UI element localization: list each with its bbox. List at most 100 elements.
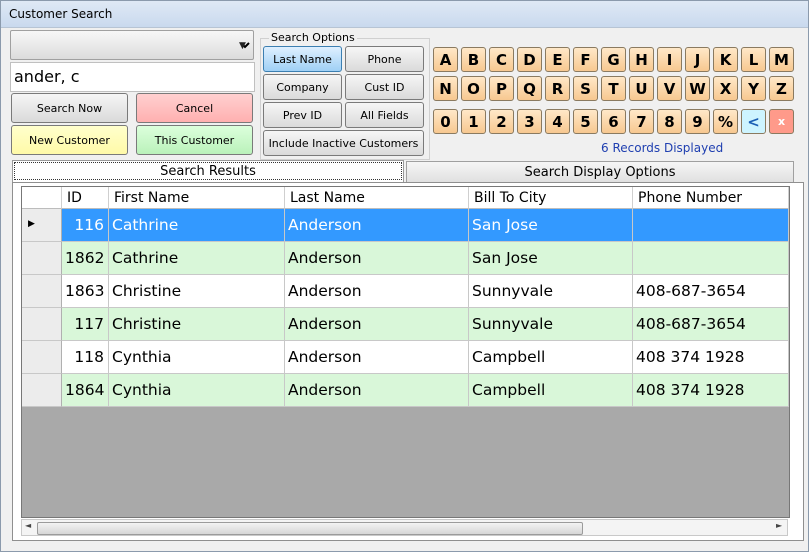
- scroll-left-icon[interactable]: ◄: [25, 521, 31, 530]
- key-7[interactable]: 7: [629, 109, 654, 134]
- table-row[interactable]: ▶ 116 Cathrine Anderson San Jose: [22, 209, 789, 242]
- cell-id[interactable]: 117: [62, 308, 109, 341]
- key-l[interactable]: L: [741, 47, 766, 72]
- cell-id[interactable]: 1864: [62, 374, 109, 407]
- cell-id[interactable]: 116: [62, 209, 109, 242]
- key-r[interactable]: R: [545, 76, 570, 101]
- cell-first[interactable]: Cathrine: [109, 242, 285, 275]
- cell-last[interactable]: Anderson: [285, 308, 469, 341]
- key-5[interactable]: 5: [573, 109, 598, 134]
- key-2[interactable]: 2: [489, 109, 514, 134]
- key-m[interactable]: M: [769, 47, 794, 72]
- search-now-button[interactable]: Search Now: [11, 93, 128, 123]
- key-s[interactable]: S: [573, 76, 598, 101]
- key-4[interactable]: 4: [545, 109, 570, 134]
- table-row[interactable]: 117 Christine Anderson Sunnyvale 408-687-365…: [22, 308, 789, 341]
- key-x[interactable]: X: [713, 76, 738, 101]
- key-t[interactable]: T: [601, 76, 626, 101]
- include-inactive-button[interactable]: Include Inactive Customers: [263, 130, 424, 156]
- row-header[interactable]: [22, 242, 62, 275]
- key-n[interactable]: N: [433, 76, 458, 101]
- cell-city[interactable]: Campbell: [469, 341, 633, 374]
- cell-phone[interactable]: 408-687-3654: [633, 275, 789, 308]
- cell-first[interactable]: Cathrine: [109, 209, 285, 242]
- tab-search-results[interactable]: Search Results: [12, 160, 404, 182]
- cell-id[interactable]: 118: [62, 341, 109, 374]
- column-header-last-name[interactable]: Last Name: [285, 187, 469, 209]
- column-header-id[interactable]: ID: [62, 187, 109, 209]
- cell-phone[interactable]: [633, 209, 789, 242]
- all-fields-option-button[interactable]: All Fields: [345, 102, 424, 128]
- scrollbar-thumb[interactable]: [37, 522, 583, 535]
- key-q[interactable]: Q: [517, 76, 542, 101]
- chevron-down-icon[interactable]: ▼: [239, 41, 246, 51]
- this-customer-button[interactable]: This Customer: [136, 125, 253, 155]
- key-0[interactable]: 0: [433, 109, 458, 134]
- cust-id-option-button[interactable]: Cust ID: [345, 74, 424, 100]
- cell-id[interactable]: 1863: [62, 275, 109, 308]
- row-header[interactable]: [22, 275, 62, 308]
- cell-last[interactable]: Anderson: [285, 341, 469, 374]
- key-c[interactable]: C: [489, 47, 514, 72]
- cell-first[interactable]: Christine: [109, 275, 285, 308]
- cell-phone[interactable]: 408 374 1928: [633, 341, 789, 374]
- row-header[interactable]: ▶: [22, 209, 62, 242]
- key-h[interactable]: H: [629, 47, 654, 72]
- cell-first[interactable]: Cynthia: [109, 341, 285, 374]
- cell-first[interactable]: Christine: [109, 308, 285, 341]
- key-clear[interactable]: x: [769, 109, 794, 134]
- key-w[interactable]: W: [685, 76, 710, 101]
- key-f[interactable]: F: [573, 47, 598, 72]
- row-header[interactable]: [22, 341, 62, 374]
- key-z[interactable]: Z: [769, 76, 794, 101]
- key-e[interactable]: E: [545, 47, 570, 72]
- prev-id-option-button[interactable]: Prev ID: [263, 102, 342, 128]
- table-row[interactable]: 1864 Cynthia Anderson Campbell 408 374 1928: [22, 374, 789, 407]
- cell-city[interactable]: San Jose: [469, 242, 633, 275]
- key-6[interactable]: 6: [601, 109, 626, 134]
- table-row[interactable]: 1863 Christine Anderson Sunnyvale 408-687-36…: [22, 275, 789, 308]
- search-input[interactable]: ander, c: [10, 62, 255, 92]
- cell-first[interactable]: Cynthia: [109, 374, 285, 407]
- cell-phone[interactable]: 408 374 1928: [633, 374, 789, 407]
- results-grid[interactable]: ID First Name Last Name Bill To City Phone N…: [21, 186, 790, 518]
- key-g[interactable]: G: [601, 47, 626, 72]
- key-o[interactable]: O: [461, 76, 486, 101]
- column-header-first-name[interactable]: First Name: [109, 187, 285, 209]
- column-header-phone[interactable]: Phone Number: [633, 187, 789, 209]
- key-8[interactable]: 8: [657, 109, 682, 134]
- cell-phone[interactable]: [633, 242, 789, 275]
- key-wildcard[interactable]: %: [713, 109, 738, 134]
- key-j[interactable]: J: [685, 47, 710, 72]
- cell-last[interactable]: Anderson: [285, 374, 469, 407]
- key-y[interactable]: Y: [741, 76, 766, 101]
- row-header[interactable]: [22, 374, 62, 407]
- key-v[interactable]: V: [657, 76, 682, 101]
- key-p[interactable]: P: [489, 76, 514, 101]
- key-d[interactable]: D: [517, 47, 542, 72]
- table-row[interactable]: 1862 Cathrine Anderson San Jose: [22, 242, 789, 275]
- key-k[interactable]: K: [713, 47, 738, 72]
- key-b[interactable]: B: [461, 47, 486, 72]
- row-header[interactable]: [22, 308, 62, 341]
- cell-city[interactable]: Campbell: [469, 374, 633, 407]
- cell-last[interactable]: Anderson: [285, 209, 469, 242]
- company-option-button[interactable]: Company: [263, 74, 342, 100]
- key-a[interactable]: A: [433, 47, 458, 72]
- horizontal-scrollbar[interactable]: ◄ ►: [21, 519, 788, 536]
- key-u[interactable]: U: [629, 76, 654, 101]
- search-field-combo[interactable]: [10, 30, 254, 60]
- key-3[interactable]: 3: [517, 109, 542, 134]
- key-1[interactable]: 1: [461, 109, 486, 134]
- table-row[interactable]: 118 Cynthia Anderson Campbell 408 374 1928: [22, 341, 789, 374]
- key-backspace[interactable]: <: [741, 109, 766, 134]
- tab-search-display-options[interactable]: Search Display Options: [406, 161, 794, 183]
- cell-city[interactable]: Sunnyvale: [469, 275, 633, 308]
- cancel-button[interactable]: Cancel: [136, 93, 253, 123]
- cell-id[interactable]: 1862: [62, 242, 109, 275]
- column-header-city[interactable]: Bill To City: [469, 187, 633, 209]
- phone-option-button[interactable]: Phone: [345, 46, 424, 72]
- key-i[interactable]: I: [657, 47, 682, 72]
- cell-last[interactable]: Anderson: [285, 242, 469, 275]
- cell-city[interactable]: San Jose: [469, 209, 633, 242]
